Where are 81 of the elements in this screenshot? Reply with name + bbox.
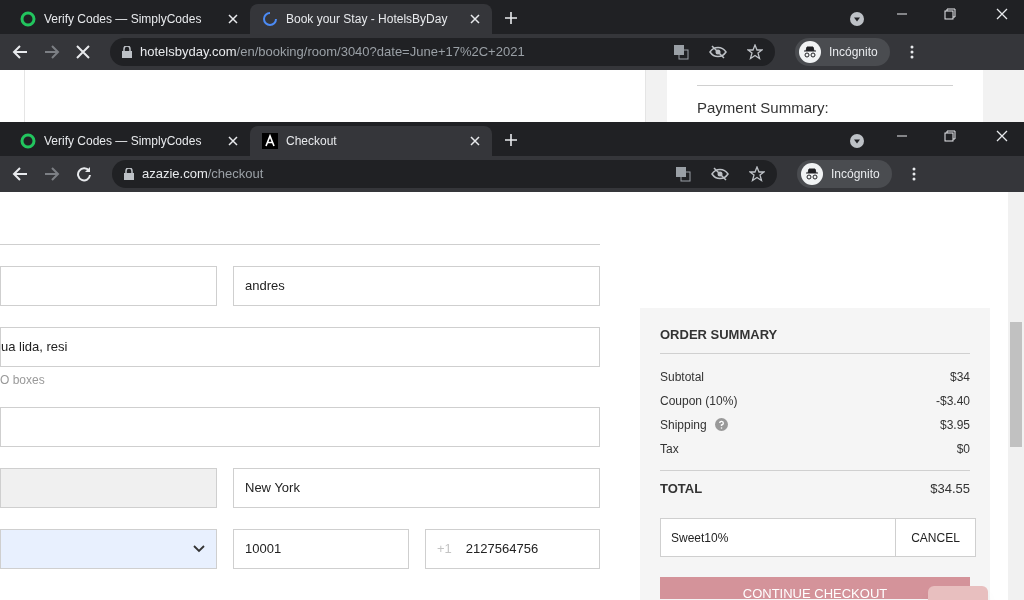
restore-icon[interactable] xyxy=(944,130,956,142)
input-field[interactable]: New York xyxy=(233,468,600,508)
select-field[interactable] xyxy=(0,529,217,569)
logo-icon xyxy=(262,133,278,149)
forward-icon xyxy=(44,44,60,60)
scrollbar-thumb[interactable] xyxy=(1010,322,1022,447)
reload-icon[interactable] xyxy=(76,166,92,182)
field-value: andres xyxy=(245,277,286,296)
summary-amount: $0 xyxy=(956,440,970,458)
input-field[interactable]: andres xyxy=(233,266,600,306)
summary-label: Subtotal xyxy=(660,368,705,386)
tab-title: Checkout xyxy=(286,133,338,150)
browser-tab[interactable]: Book your Stay - HotelsByDay xyxy=(250,4,492,34)
close-icon[interactable] xyxy=(228,136,238,146)
panel-title: ORDER SUMMARY xyxy=(660,325,970,354)
section-heading: Payment Summary: xyxy=(697,98,830,118)
total-amount: $34.55 xyxy=(930,479,970,498)
back-icon[interactable] xyxy=(12,44,28,60)
eye-off-icon[interactable] xyxy=(711,167,729,181)
plus-icon[interactable] xyxy=(504,133,518,147)
cancel-button[interactable]: CANCEL xyxy=(896,518,976,557)
input-field[interactable]: 10001 xyxy=(233,529,409,569)
field-value: Sweet10% xyxy=(671,529,729,547)
star-icon[interactable] xyxy=(749,166,765,182)
total-label: TOTAL xyxy=(660,479,703,498)
coupon-field[interactable]: Sweet10% xyxy=(660,518,896,557)
phone-prefix: +1 xyxy=(437,540,452,559)
close-icon[interactable] xyxy=(470,136,480,146)
incognito-icon xyxy=(801,163,823,185)
ring-icon xyxy=(20,133,36,149)
more-icon[interactable] xyxy=(909,45,914,59)
close-icon[interactable] xyxy=(470,14,480,24)
profile-button[interactable]: Incógnito xyxy=(797,160,892,188)
input-field[interactable] xyxy=(0,407,600,447)
plus-icon[interactable] xyxy=(504,11,518,25)
translate-icon[interactable] xyxy=(675,166,691,182)
url-text: azazie.com/checkout xyxy=(142,165,265,184)
field-value: 10001 xyxy=(245,540,283,559)
summary-label: Tax xyxy=(660,440,679,458)
input-field[interactable]: ua lida, resi xyxy=(0,327,600,367)
field-value: New York xyxy=(245,479,301,498)
back-icon[interactable] xyxy=(12,166,28,182)
tab-title: Verify Codes — SimplyCodes xyxy=(44,133,203,150)
dropdown-icon[interactable] xyxy=(850,12,864,26)
close-icon[interactable] xyxy=(996,130,1008,142)
url-text: hotelsbyday.com/en/booking/room/3040?date=June+17%2C+2021 xyxy=(140,43,526,62)
browser-tab[interactable]: Verify Codes — SimplyCodes xyxy=(8,4,250,34)
close-icon[interactable] xyxy=(228,14,238,24)
tab-title: Verify Codes — SimplyCodes xyxy=(44,11,203,28)
lock-icon xyxy=(124,168,134,180)
summary-amount: -$3.40 xyxy=(935,392,970,410)
lock-icon xyxy=(122,46,132,58)
summary-amount: $34 xyxy=(949,368,970,386)
tab-title: Book your Stay - HotelsByDay xyxy=(286,11,449,28)
chevron-down-icon xyxy=(193,545,205,553)
input-field[interactable]: +1 2127564756 xyxy=(425,529,600,569)
summary-label: Shipping xyxy=(660,416,707,434)
more-icon[interactable] xyxy=(911,167,916,181)
restore-icon[interactable] xyxy=(944,8,956,20)
incognito-icon xyxy=(799,41,821,63)
summary-amount: $3.95 xyxy=(939,416,970,434)
input-field[interactable] xyxy=(0,266,217,306)
help-icon[interactable] xyxy=(714,418,728,431)
dropdown-icon[interactable] xyxy=(850,134,864,148)
field-hint: O boxes xyxy=(0,373,46,387)
summary-label: Coupon (10%) xyxy=(660,392,738,410)
profile-button[interactable]: Incógnito xyxy=(795,38,890,66)
eye-off-icon[interactable] xyxy=(709,45,727,59)
spinner-icon xyxy=(262,11,278,27)
ring-icon xyxy=(20,11,36,27)
address-bar[interactable]: azazie.com/checkout xyxy=(112,160,777,188)
browser-tab[interactable]: Checkout xyxy=(250,126,492,156)
stop-icon[interactable] xyxy=(76,45,90,59)
close-icon[interactable] xyxy=(996,8,1008,20)
forward-icon xyxy=(44,166,60,182)
browser-tab[interactable]: Verify Codes — SimplyCodes xyxy=(8,126,250,156)
star-icon[interactable] xyxy=(747,44,763,60)
field-value: ua lida, resi xyxy=(1,338,69,357)
address-bar[interactable]: hotelsbyday.com/en/booking/room/3040?date=June+17%2C+2021 xyxy=(110,38,775,66)
field-value: 2127564756 xyxy=(465,540,540,559)
translate-icon[interactable] xyxy=(673,44,689,60)
